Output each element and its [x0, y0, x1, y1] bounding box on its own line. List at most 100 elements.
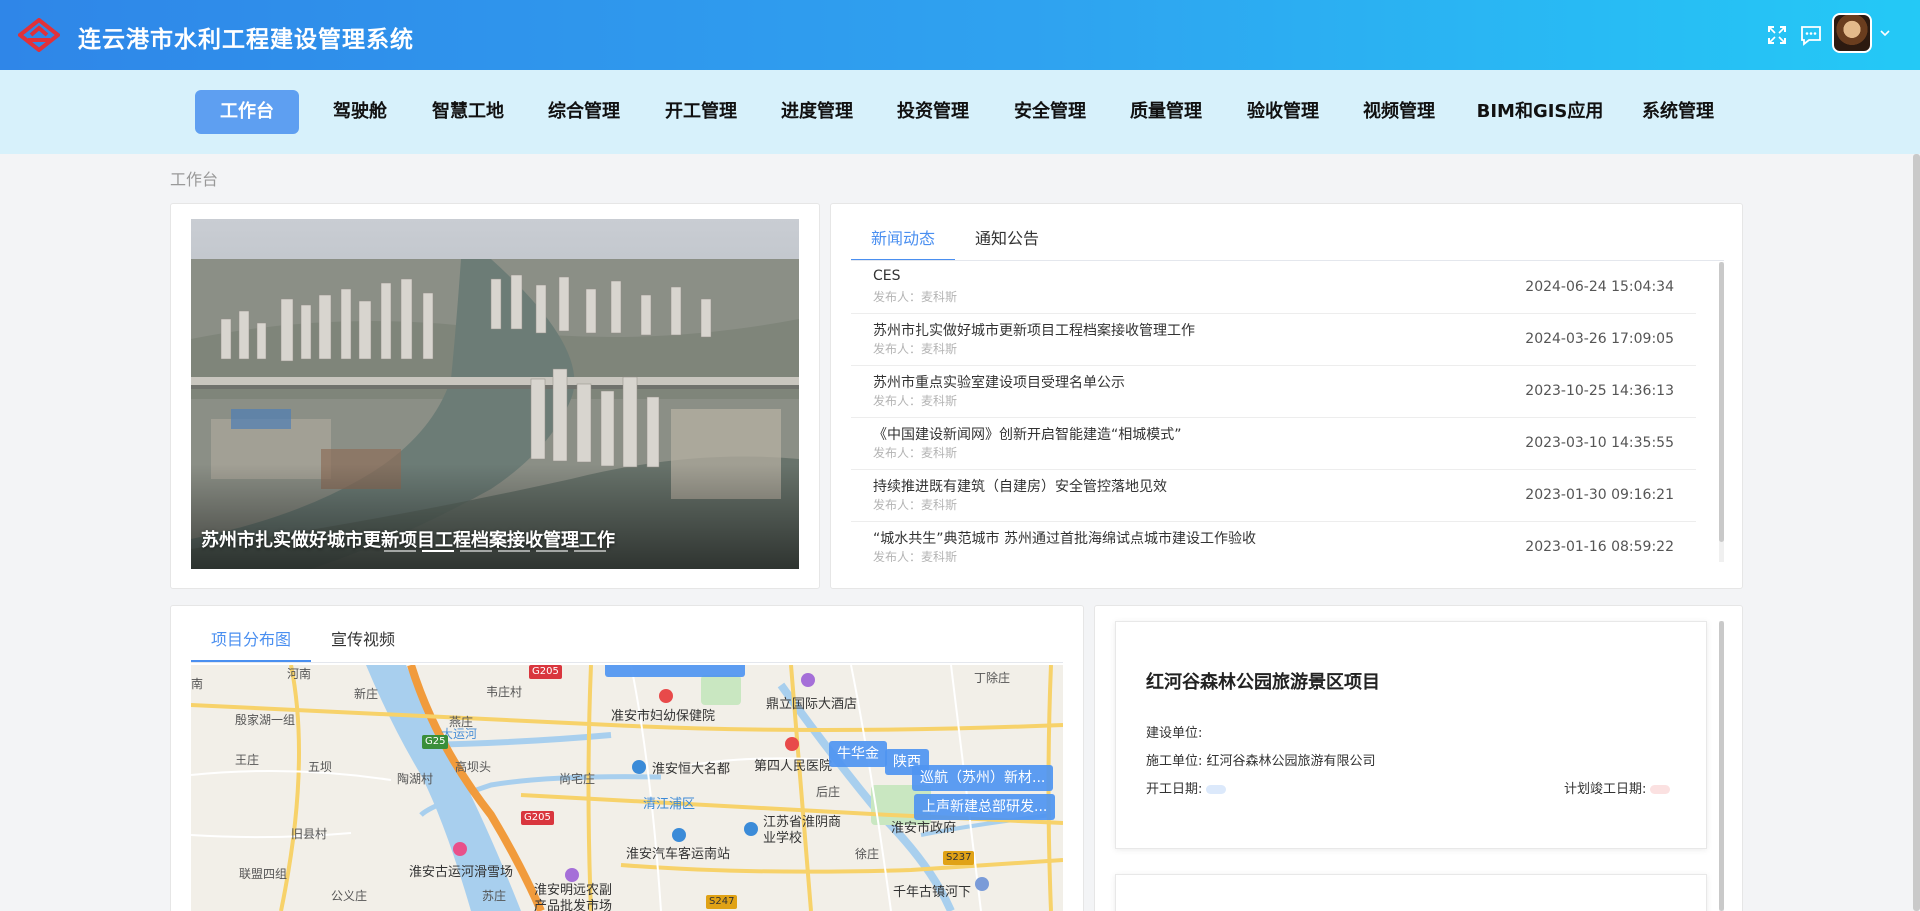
carousel-dot-active[interactable]	[422, 550, 454, 552]
map-place: 苏庄	[482, 889, 507, 903]
tab-promo-video[interactable]: 宣传视频	[311, 622, 415, 662]
map-place: 河南	[287, 667, 312, 681]
map-poi-label: 千年古镇河下	[893, 885, 972, 900]
map-place: 新庄	[354, 687, 379, 701]
map-poi-label: 鼎立国际大酒店	[766, 697, 858, 712]
map-poi-label: 淮安明远农副产品批发市场	[534, 883, 613, 911]
project-marker[interactable]: 上声新建总部研发...	[914, 794, 1056, 820]
end-date-pill	[1650, 785, 1671, 794]
main-nav: 工作台 驾驶舱 智慧工地 综合管理 开工管理 进度管理 投资管理 安全管理 质量…	[0, 70, 1920, 154]
map-poi-label: 江苏省淮阴商业学校	[763, 815, 842, 846]
news-item[interactable]: 苏州市重点实验室建设项目受理名单公示 发布人：麦科斯 2023-10-25 14…	[851, 366, 1696, 418]
fullscreen-icon[interactable]	[1766, 24, 1788, 46]
road-badge: G25	[422, 735, 449, 749]
start-date: 开工日期:	[1146, 778, 1227, 797]
scenic-pin-icon	[975, 877, 989, 891]
start-date-pill	[1206, 785, 1227, 794]
project-marker[interactable]: 巡航（苏州）新材...	[912, 765, 1054, 791]
map-poi-label: 淮安恒大名都	[652, 762, 731, 777]
tab-notices[interactable]: 通知公告	[955, 221, 1059, 261]
nav-item-bim-gis[interactable]: BIM和GIS应用	[1470, 90, 1610, 134]
map-district-label: 清江浦区	[643, 797, 696, 812]
tab-divider	[851, 260, 1724, 261]
map-place: 陶湖村	[397, 772, 434, 786]
map-place: 徐庄	[855, 847, 880, 861]
carousel-image	[191, 219, 799, 569]
map-place: 联盟四组	[239, 867, 288, 881]
hospital-pin-icon	[659, 689, 673, 703]
tab-divider	[191, 662, 1063, 663]
nav-item-quality[interactable]: 质量管理	[1121, 90, 1211, 134]
ski-pin-icon	[453, 842, 467, 856]
nav-item-start[interactable]: 开工管理	[656, 90, 746, 134]
carousel-dot[interactable]	[460, 550, 492, 552]
map-place: 旧县村	[291, 827, 328, 841]
map-poi-label: 淮安古运河滑雪场	[409, 865, 514, 880]
carousel-dot[interactable]	[498, 550, 530, 552]
map-place: 丁除庄	[974, 671, 1011, 685]
page-scrollbar-thumb[interactable]	[1913, 154, 1920, 911]
carousel-dot[interactable]	[536, 550, 568, 552]
nav-item-safety[interactable]: 安全管理	[1005, 90, 1095, 134]
news-item[interactable]: 《中国建设新闻网》创新开启智能建造“相城模式” 发布人：麦科斯 2023-03-…	[851, 418, 1696, 470]
hotel-pin-icon	[801, 673, 815, 687]
nav-item-investment[interactable]: 投资管理	[888, 90, 978, 134]
nav-item-video[interactable]: 视频管理	[1354, 90, 1444, 134]
carousel-dot[interactable]	[384, 550, 416, 552]
road-badge: S237	[943, 851, 975, 865]
construct-unit: 施工单位: 红河谷森林公园旅游有限公司	[1146, 754, 1376, 769]
carousel-dot[interactable]	[574, 550, 606, 552]
project-name: 红河谷森林公园旅游景区项目	[1146, 672, 1380, 693]
map-place: 公义庄	[331, 889, 368, 903]
app-title: 连云港市水利工程建设管理系统	[78, 27, 414, 53]
carousel-caption: 苏州市扎实做好城市更新项目工程档案接收管理工作	[201, 530, 615, 551]
map-place: 尚宅庄	[559, 772, 596, 786]
road-badge: G205	[521, 811, 554, 825]
project-scrollbar-thumb[interactable]	[1719, 621, 1724, 911]
avatar[interactable]	[1832, 13, 1872, 53]
nav-item-system[interactable]: 系统管理	[1633, 90, 1723, 134]
nav-item-general[interactable]: 综合管理	[539, 90, 629, 134]
news-item[interactable]: 苏州市扎实做好城市更新项目工程档案接收管理工作 发布人：麦科斯 2024-03-…	[851, 314, 1696, 366]
build-unit: 建设单位:	[1146, 726, 1203, 741]
top-header: 连云港市水利工程建设管理系统	[0, 0, 1920, 70]
project-card[interactable]: 红河谷森林公园旅游景区项目 建设单位: 施工单位: 红河谷森林公园旅游有限公司 …	[1115, 621, 1707, 849]
news-carousel[interactable]: 苏州市扎实做好城市更新项目工程档案接收管理工作	[191, 219, 799, 569]
school-pin-icon	[744, 822, 758, 836]
tab-project-map[interactable]: 项目分布图	[191, 622, 311, 662]
message-icon[interactable]	[1800, 24, 1822, 46]
map-place: 韦庄村	[486, 685, 523, 699]
planned-end-date: 计划竣工日期:	[1564, 778, 1671, 797]
nav-item-cockpit[interactable]: 驾驶舱	[320, 90, 400, 134]
project-marker[interactable]: 牛华金	[829, 741, 887, 767]
map-place: 王庄	[235, 753, 260, 767]
map-place: 殷家湖一组	[235, 713, 296, 727]
hospital-pin-icon	[785, 737, 799, 751]
map-poi-label: 准安市妇幼保健院	[611, 709, 716, 724]
map-place: 后庄	[816, 785, 841, 799]
project-marker[interactable]	[605, 665, 745, 677]
map-place: 高坝头	[455, 760, 492, 774]
breadcrumb: 工作台	[170, 170, 219, 189]
nav-item-acceptance[interactable]: 验收管理	[1238, 90, 1328, 134]
tab-news[interactable]: 新闻动态	[851, 221, 955, 261]
news-item[interactable]: CES 发布人：麦科斯 2024-06-24 15:04:34	[851, 262, 1696, 314]
news-scrollbar-thumb[interactable]	[1719, 262, 1724, 542]
building-pin-icon	[632, 760, 646, 774]
news-item[interactable]: “城水共生”典范城市 苏州通过首批海绵试点城市建设工作验收 发布人：麦科斯 20…	[851, 522, 1696, 562]
road-badge: G205	[529, 665, 562, 679]
nav-item-smart-site[interactable]: 智慧工地	[423, 90, 513, 134]
news-item[interactable]: 持续推进既有建筑（自建房）安全管控落地见效 发布人：麦科斯 2023-01-30…	[851, 470, 1696, 522]
project-map[interactable]: 河南 新庄 韦庄村 丁除庄 南 殷家湖一组 燕庄 王庄 五坝 高坝头 尚宅庄 陶…	[191, 665, 1063, 911]
map-place: 五坝	[308, 760, 333, 774]
app-logo	[18, 18, 60, 52]
market-pin-icon	[565, 868, 579, 882]
bus-station-pin-icon	[672, 828, 686, 842]
nav-item-progress[interactable]: 进度管理	[772, 90, 862, 134]
map-poi-label: 第四人民医院	[754, 759, 833, 774]
nav-item-workbench[interactable]: 工作台	[195, 90, 299, 134]
road-badge: S247	[706, 895, 738, 909]
project-card[interactable]	[1115, 874, 1707, 911]
map-poi-label: 淮安汽车客运南站	[626, 847, 731, 862]
chevron-down-icon[interactable]	[1880, 28, 1890, 38]
